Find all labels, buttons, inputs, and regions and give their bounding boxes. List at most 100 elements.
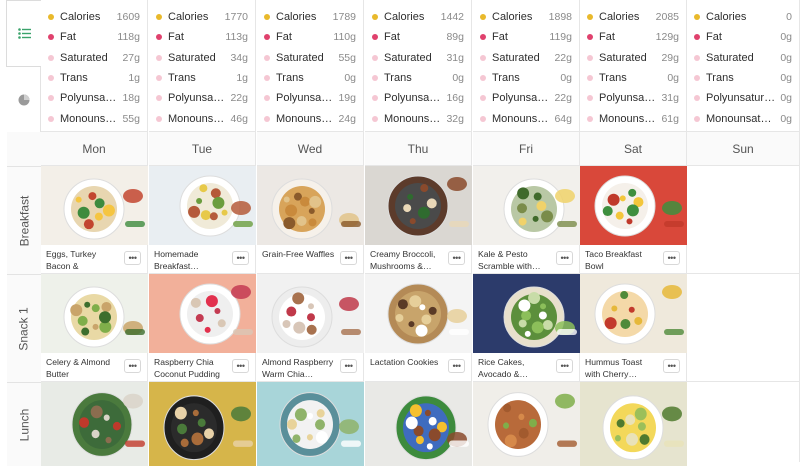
recipe-photo[interactable] — [41, 166, 148, 245]
recipe-photo[interactable] — [473, 382, 580, 466]
nutrition-column-sat: Calories 2085 Fat 129g Saturated 29g Trans 0g Po… — [580, 0, 687, 132]
recipe-card[interactable] — [41, 382, 148, 466]
more-options-button[interactable]: ••• — [663, 359, 680, 373]
recipe-photo[interactable] — [41, 382, 148, 466]
recipe-title[interactable]: Hummus Toast with Cherry… — [585, 357, 659, 380]
more-options-button[interactable]: ••• — [556, 359, 573, 373]
recipe-photo[interactable] — [149, 274, 256, 353]
tab-nutrition-chart[interactable] — [6, 67, 41, 132]
recipe-title[interactable]: Rice Cakes, Avocado &… — [478, 357, 552, 380]
recipe-photo[interactable] — [365, 166, 472, 245]
recipe-title[interactable]: Almond Raspberry Warm Chia… — [262, 357, 336, 380]
nutrient-label: Saturated — [60, 51, 108, 64]
nutrient-label: Fat — [168, 31, 184, 44]
more-options-button[interactable]: ••• — [232, 359, 249, 373]
recipe-photo[interactable] — [257, 166, 364, 245]
nutrient-value: 18g — [122, 92, 140, 105]
recipe-card[interactable] — [473, 382, 580, 466]
nutrition-column-wed: Calories 1789 Fat 110g Saturated 55g Trans 0g Po… — [257, 0, 364, 132]
recipe-card[interactable]: Raspberry Chia Coconut Pudding ••• — [149, 274, 256, 382]
recipe-title[interactable]: Raspberry Chia Coconut Pudding — [154, 357, 228, 380]
empty-meal-slot[interactable] — [687, 382, 800, 462]
recipe-card[interactable]: Kale & Pesto Scramble with… ••• — [473, 166, 580, 274]
more-options-button[interactable]: ••• — [232, 251, 249, 265]
nutrient-dot-icon — [480, 14, 486, 21]
recipe-card[interactable] — [365, 382, 472, 466]
recipe-card[interactable]: Lactation Cookies ••• — [365, 274, 472, 382]
recipe-card[interactable] — [257, 382, 364, 466]
recipe-title[interactable]: Grain-Free Waffles — [262, 249, 336, 272]
recipe-photo[interactable] — [473, 166, 580, 245]
more-options-button[interactable]: ••• — [448, 251, 465, 265]
recipe-card[interactable]: Almond Raspberry Warm Chia… ••• — [257, 274, 364, 382]
recipe-card[interactable] — [149, 382, 256, 466]
nutrition-column-thu: Calories 1442 Fat 89g Saturated 31g Trans 0g Pol… — [365, 0, 472, 132]
nutrient-dot-icon — [587, 54, 593, 61]
recipe-photo[interactable] — [149, 382, 256, 466]
pie-chart-icon — [18, 94, 30, 106]
more-options-button[interactable]: ••• — [448, 359, 465, 373]
nutrient-label: Trans — [384, 72, 412, 85]
nutrition-row: Polyunsatur... 16g — [365, 88, 471, 108]
nutrient-dot-icon — [694, 75, 700, 82]
nutrient-dot-icon — [480, 95, 486, 102]
nutrition-row: Calories 2085 — [580, 7, 686, 27]
recipe-card[interactable]: Taco Breakfast Bowl ••• — [580, 166, 687, 274]
nutrition-row: Monounsatur... 64g — [473, 108, 579, 128]
recipe-title[interactable]: Creamy Broccoli, Mushrooms &… — [370, 249, 444, 272]
recipe-card[interactable]: Creamy Broccoli, Mushrooms &… ••• — [365, 166, 472, 274]
more-options-button[interactable]: ••• — [340, 251, 357, 265]
meal-label-text: Snack 1 — [17, 306, 32, 351]
recipe-photo[interactable] — [580, 166, 687, 245]
recipe-photo[interactable] — [257, 274, 364, 353]
nutrient-dot-icon — [480, 54, 486, 61]
meal-plan-grid: Calories 1609 Fat 118g Saturated 27g Trans 1g Po… — [0, 0, 800, 466]
recipe-card[interactable] — [580, 382, 687, 466]
nutrient-dot-icon — [694, 34, 700, 41]
recipe-photo[interactable] — [580, 274, 687, 353]
recipe-card[interactable]: Homemade Breakfast… ••• — [149, 166, 256, 274]
nutrient-dot-icon — [587, 14, 593, 21]
recipe-photo[interactable] — [473, 274, 580, 353]
recipe-title[interactable]: Eggs, Turkey Bacon & Sauteed… — [46, 249, 120, 272]
nutrient-label: Monounsatur... — [599, 112, 657, 125]
nutrient-dot-icon — [156, 14, 162, 21]
nutrient-label: Saturated — [706, 51, 754, 64]
nutrient-label: Monounsatura... — [706, 112, 777, 125]
empty-meal-slot[interactable] — [687, 274, 800, 382]
more-options-button[interactable]: ••• — [124, 251, 141, 265]
recipe-title[interactable]: Celery & Almond Butter — [46, 357, 120, 380]
more-options-button[interactable]: ••• — [124, 359, 141, 373]
nutrition-row: Fat 129g — [580, 27, 686, 47]
recipe-title[interactable]: Taco Breakfast Bowl — [585, 249, 659, 272]
recipe-title[interactable]: Kale & Pesto Scramble with… — [478, 249, 552, 272]
nutrient-label: Monounsatu... — [60, 112, 118, 125]
nutrient-value: 46g — [230, 112, 248, 125]
recipe-title[interactable]: Lactation Cookies — [370, 357, 444, 380]
recipe-photo[interactable] — [580, 382, 687, 466]
recipe-card[interactable]: Grain-Free Waffles ••• — [257, 166, 364, 274]
nutrient-value: 0g — [780, 31, 792, 44]
recipe-photo[interactable] — [365, 274, 472, 353]
recipe-photo[interactable] — [365, 382, 472, 466]
empty-meal-slot[interactable] — [687, 166, 800, 274]
nutrient-value: 31g — [661, 92, 679, 105]
recipe-title[interactable]: Homemade Breakfast… — [154, 249, 228, 272]
nutrient-label: Polyunsatur... — [599, 92, 657, 105]
nutrient-label: Fat — [492, 31, 508, 44]
more-options-button[interactable]: ••• — [556, 251, 573, 265]
more-options-button[interactable]: ••• — [663, 251, 680, 265]
recipe-card[interactable]: Rice Cakes, Avocado &… ••• — [473, 274, 580, 382]
recipe-card[interactable]: Eggs, Turkey Bacon & Sauteed… ••• — [41, 166, 148, 274]
recipe-photo[interactable] — [257, 382, 364, 466]
recipe-card[interactable]: Celery & Almond Butter ••• — [41, 274, 148, 382]
nutrition-row: Polyunsatur... 18g — [41, 88, 147, 108]
tab-nutrition-list[interactable] — [6, 0, 41, 67]
nutrient-value: 22g — [230, 92, 248, 105]
recipe-photo[interactable] — [41, 274, 148, 353]
nutrition-column-sun: Calories 0 Fat 0g Saturated 0g Trans 0g Polyunsa… — [687, 0, 800, 132]
more-options-button[interactable]: ••• — [340, 359, 357, 373]
recipe-card[interactable]: Hummus Toast with Cherry… ••• — [580, 274, 687, 382]
nutrition-row: Fat 113g — [149, 27, 255, 47]
recipe-photo[interactable] — [149, 166, 256, 245]
